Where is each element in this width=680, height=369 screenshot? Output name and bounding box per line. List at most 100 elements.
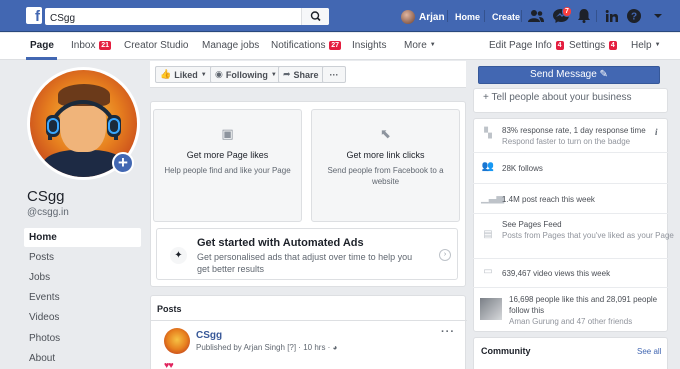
liked-button[interactable]: 👍 Liked ▼ (155, 66, 212, 83)
response-time-icon: ▚ (484, 128, 492, 139)
sidebar-item-home[interactable]: Home (24, 228, 141, 247)
sidebar-item-videos[interactable]: Videos (24, 308, 141, 327)
automated-ads-card[interactable]: ✦ Get started with Automated Ads Get per… (156, 228, 458, 280)
avatar (401, 10, 415, 24)
inbox-badge: 21 (99, 41, 112, 50)
search-input[interactable] (45, 10, 295, 27)
page-tabs-bar: Page Inbox 21 Creator Studio Manage jobs… (0, 33, 680, 60)
post-timestamp[interactable]: 10 hrs (303, 343, 325, 352)
tab-notifications[interactable]: Notifications 27 (271, 40, 342, 51)
add-photo-button[interactable]: + (112, 152, 134, 174)
notifications-badge: 27 (329, 41, 342, 50)
account-menu-caret-icon[interactable] (650, 9, 666, 23)
community-heading: Community (481, 346, 531, 356)
send-message-button[interactable]: Send Message ✎ (478, 66, 660, 84)
share-button[interactable]: ➦ Share (278, 66, 324, 83)
tab-creator-studio[interactable]: Creator Studio (124, 40, 188, 51)
sidebar-item-about[interactable]: About (24, 349, 141, 368)
tab-more[interactable]: More ▼ (404, 40, 436, 51)
friend-avatar[interactable] (480, 298, 502, 320)
more-options-button[interactable]: ··· (322, 66, 346, 83)
caret-down-icon: ▼ (270, 71, 277, 78)
info-icon[interactable]: i (655, 127, 658, 137)
divider (521, 10, 522, 22)
automated-ads-title: Get started with Automated Ads (197, 237, 364, 249)
search-button[interactable] (301, 8, 329, 25)
tab-edit-page-info[interactable]: Edit Page Info 4 (489, 40, 564, 51)
caret-down-icon: ▼ (654, 42, 661, 48)
home-link[interactable]: Home (455, 12, 480, 22)
magic-wand-icon: ✦ (170, 247, 187, 264)
linkedin-icon[interactable] (604, 9, 620, 23)
friend-requests-icon[interactable] (528, 9, 544, 23)
divider (473, 213, 668, 214)
automated-ads-description: Get personalised ads that adjust over ti… (197, 252, 413, 274)
see-all-link[interactable]: See all (637, 347, 661, 356)
pages-feed-text[interactable]: See Pages Feed Posts from Pages that you'… (502, 219, 674, 241)
search-box (45, 8, 329, 27)
chevron-right-icon[interactable]: › (439, 249, 451, 261)
tab-page[interactable]: Page (30, 40, 54, 51)
get-page-likes-card[interactable]: ▣ Get more Page likes Help people find a… (153, 109, 302, 222)
page-action-bar: 👍 Liked ▼ ◉ Following ▼ ➦ Share ··· (150, 61, 466, 88)
post-author-name[interactable]: CSgg (196, 330, 222, 341)
share-arrow-icon: ➦ (283, 69, 291, 79)
post-publisher: Published by Arjan Singh (196, 343, 285, 352)
cursor-icon: ⬉ (380, 126, 391, 141)
tab-inbox[interactable]: Inbox 21 (71, 40, 112, 51)
tab-manage-jobs[interactable]: Manage jobs (202, 40, 259, 51)
promo-title: Get more link clicks (346, 150, 425, 160)
create-link[interactable]: Create (492, 12, 520, 22)
sidebar-item-jobs[interactable]: Jobs (24, 268, 141, 287)
video-views-text: 639,467 video views this week (502, 269, 611, 278)
divider (447, 10, 448, 22)
post-meta: Published by Arjan Singh [?] · 10 hrs · … (196, 343, 337, 352)
divider (484, 10, 485, 22)
sidebar-item-posts[interactable]: Posts (24, 248, 141, 267)
notifications-bell-icon[interactable] (576, 9, 592, 23)
get-link-clicks-card[interactable]: ⬉ Get more link clicks Send people from … (311, 109, 460, 222)
likes-text: 16,698 people like this and 28,091 peopl… (509, 295, 658, 326)
heart-reaction-icon: ♥♥ (164, 360, 174, 369)
video-icon: ▭ (483, 266, 493, 277)
response-rate-text: 83% response rate, 1 day response time Re… (502, 126, 646, 146)
help-question-icon[interactable]: ? (626, 9, 642, 23)
top-navigation-bar: f Arjan Home Create 7 ? (0, 0, 680, 32)
following-button[interactable]: ◉ Following ▼ (210, 66, 282, 83)
tab-help[interactable]: Help ▼ (631, 40, 661, 51)
divider (473, 152, 668, 153)
sidebar-item-events[interactable]: Events (24, 288, 141, 307)
facebook-logo-icon[interactable]: f (26, 7, 42, 24)
search-icon (310, 11, 321, 22)
people-icon: 👥 (481, 161, 495, 172)
divider (473, 258, 668, 259)
tab-settings[interactable]: Settings 4 (569, 40, 617, 51)
globe-icon: · ◕ (327, 343, 338, 352)
reach-bars-icon: ▁▃▅ (481, 193, 505, 204)
pencil-icon: ✎ (599, 69, 608, 80)
page-name: CSgg (27, 188, 65, 205)
divider (473, 183, 668, 184)
rss-icon: ◉ (215, 69, 223, 79)
post-edit-icon: [?] · (287, 343, 304, 352)
tell-people-link[interactable]: + Tell people about your business (483, 92, 632, 103)
post-options-ellipsis-icon[interactable]: ··· (441, 326, 455, 338)
followers-count: 28K follows (502, 164, 543, 173)
sidebar-item-photos[interactable]: Photos (24, 329, 141, 348)
divider (473, 287, 668, 288)
post-author-avatar[interactable] (164, 328, 190, 354)
profile-link[interactable]: Arjan (401, 9, 445, 25)
promo-title: Get more Page likes (186, 150, 269, 160)
post-reach-text: 1.4M post reach this week (502, 195, 595, 204)
svg-text:?: ? (631, 12, 637, 23)
divider (596, 10, 597, 22)
promo-description: Send people from Facebook to a website (327, 166, 444, 186)
tab-insights[interactable]: Insights (352, 40, 386, 51)
promo-description: Help people find and like your Page (164, 166, 291, 175)
plus-icon: + (118, 153, 128, 172)
page-username[interactable]: @csgg.in (27, 207, 69, 218)
ellipsis-icon: ··· (329, 69, 339, 80)
caret-down-icon: ▼ (429, 42, 436, 48)
thumbs-up-icon: 👍 (160, 69, 172, 79)
messenger-badge: 7 (562, 6, 572, 17)
